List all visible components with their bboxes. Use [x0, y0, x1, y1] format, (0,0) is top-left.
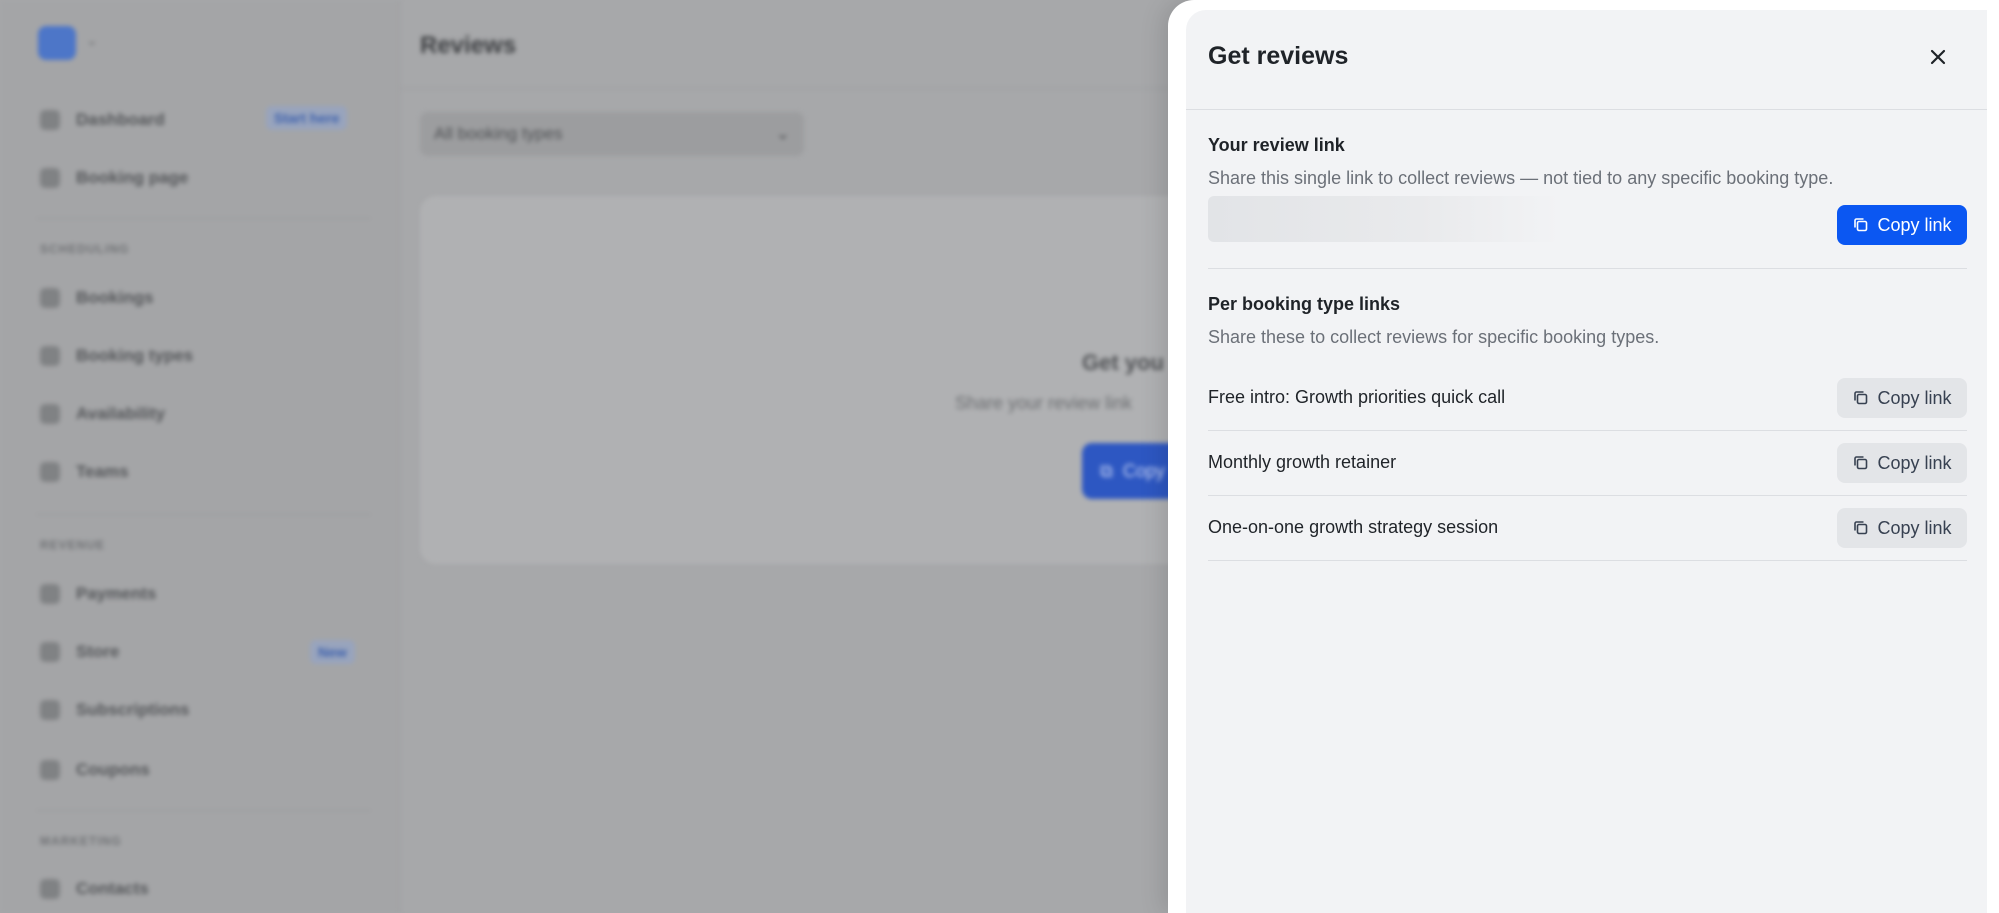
copy-icon — [1852, 454, 1870, 472]
review-link-placeholder — [1208, 196, 1560, 242]
copy-icon — [1852, 519, 1870, 537]
booking-type-name: Free intro: Growth priorities quick call — [1208, 387, 1506, 407]
sidebar-item-label: Contacts — [76, 879, 149, 898]
sidebar-item-availability[interactable]: Availability — [40, 400, 165, 428]
copy-icon — [1852, 389, 1870, 407]
sidebar-item-label: Store — [76, 642, 120, 661]
page-title: Reviews — [420, 32, 517, 59]
store-icon — [40, 642, 60, 662]
sidebar-item-payments[interactable]: Payments — [40, 580, 156, 608]
sidebar-item-contacts[interactable]: Contacts — [40, 875, 149, 903]
review-link-description: Share this single link to collect review… — [1208, 168, 1834, 188]
sidebar-item-label: Bookings — [76, 288, 154, 307]
sidebar-item-store[interactable]: Store — [40, 638, 119, 666]
credit-card-icon — [40, 584, 60, 604]
close-button[interactable] — [1923, 44, 1953, 74]
refresh-icon — [40, 700, 60, 720]
drawer-panel: Get reviews Your review link Share this … — [1186, 10, 1987, 913]
copy-link-label: Copy link — [1877, 452, 1952, 473]
sidebar-item-subscriptions[interactable]: Subscriptions — [40, 696, 189, 724]
sidebar-divider — [36, 514, 371, 515]
drawer-title: Get reviews — [1208, 42, 1349, 70]
filter-select-value: All booking types — [434, 124, 563, 143]
calendar-check-icon — [40, 404, 60, 424]
booking-type-name: Monthly growth retainer — [1208, 452, 1397, 472]
sidebar-item-label: Booking page — [76, 168, 189, 187]
empty-state-copy-label: Copy — [1122, 460, 1165, 481]
close-icon — [1928, 47, 1948, 72]
copy-link-label: Copy link — [1877, 517, 1952, 538]
copy-link-label: Copy link — [1877, 387, 1952, 408]
home-icon — [40, 110, 60, 130]
sidebar-item-label: Booking types — [76, 346, 194, 365]
booking-type-row: Monthly growth retainer Copy link — [1208, 431, 1967, 496]
sidebar-divider — [36, 810, 371, 811]
sidebar-item-label: Subscriptions — [76, 700, 190, 719]
sidebar-item-label: Availability — [76, 404, 166, 423]
section-divider — [1208, 268, 1967, 269]
copy-booking-type-link-button[interactable]: Copy link — [1837, 378, 1967, 418]
copy-review-link-label: Copy link — [1877, 214, 1952, 235]
sidebar-item-dashboard[interactable]: Dashboard — [40, 106, 165, 134]
copy-review-link-button[interactable]: Copy link — [1837, 205, 1967, 245]
sidebar-item-label: Coupons — [76, 760, 150, 779]
empty-state-subtitle: Share your review link — [955, 393, 1133, 413]
sidebar-item-label: Teams — [76, 462, 129, 481]
per-type-title: Per booking type links — [1208, 294, 1401, 314]
sidebar-item-booking-page[interactable]: Booking page — [40, 164, 188, 192]
globe-icon — [40, 168, 60, 188]
booking-type-filter-select[interactable]: All booking types ⌄ — [420, 112, 804, 156]
booking-type-row: Free intro: Growth priorities quick call… — [1208, 366, 1967, 431]
sidebar-item-teams[interactable]: Teams — [40, 458, 129, 486]
ticket-icon — [40, 760, 60, 780]
calendar-logo-icon[interactable] — [38, 26, 76, 60]
sidebar-divider — [36, 218, 371, 219]
booking-type-row: One-on-one growth strategy session Copy … — [1208, 496, 1967, 561]
empty-state-title: Get you — [1082, 350, 1164, 375]
sidebar-item-label: Payments — [76, 584, 157, 603]
copy-booking-type-link-button[interactable]: Copy link — [1837, 443, 1967, 483]
new-badge: New — [310, 640, 355, 664]
chevron-down-icon[interactable]: ⌄ — [86, 32, 98, 49]
contacts-icon — [40, 879, 60, 899]
chevron-down-icon: ⌄ — [775, 124, 790, 143]
sidebar-item-label: Dashboard — [76, 110, 165, 129]
sidebar-section-revenue: REVENUE — [40, 538, 106, 552]
sidebar-item-bookings[interactable]: Bookings — [40, 284, 153, 312]
sidebar-item-booking-types[interactable]: Booking types — [40, 342, 193, 370]
start-here-badge: Start here — [266, 106, 348, 130]
per-type-description: Share these to collect reviews for speci… — [1208, 327, 1660, 347]
booking-type-name: One-on-one growth strategy session — [1208, 517, 1499, 537]
sidebar-item-coupons[interactable]: Coupons — [40, 756, 150, 784]
link-icon — [40, 346, 60, 366]
copy-booking-type-link-button[interactable]: Copy link — [1837, 508, 1967, 548]
calendar-icon — [40, 288, 60, 308]
users-icon — [40, 462, 60, 482]
copy-icon: ⧉ — [1100, 460, 1113, 481]
empty-state-card — [420, 196, 1220, 564]
copy-icon — [1852, 216, 1870, 234]
sidebar: ⌄ Dashboard Start here Booking page SCHE… — [0, 0, 400, 913]
sidebar-section-scheduling: SCHEDULING — [40, 242, 130, 256]
get-reviews-drawer: Get reviews Your review link Share this … — [1168, 0, 1999, 913]
review-link-title: Your review link — [1208, 135, 1345, 155]
drawer-header: Get reviews — [1186, 10, 1987, 110]
sidebar-section-marketing: MARKETING — [40, 834, 122, 848]
